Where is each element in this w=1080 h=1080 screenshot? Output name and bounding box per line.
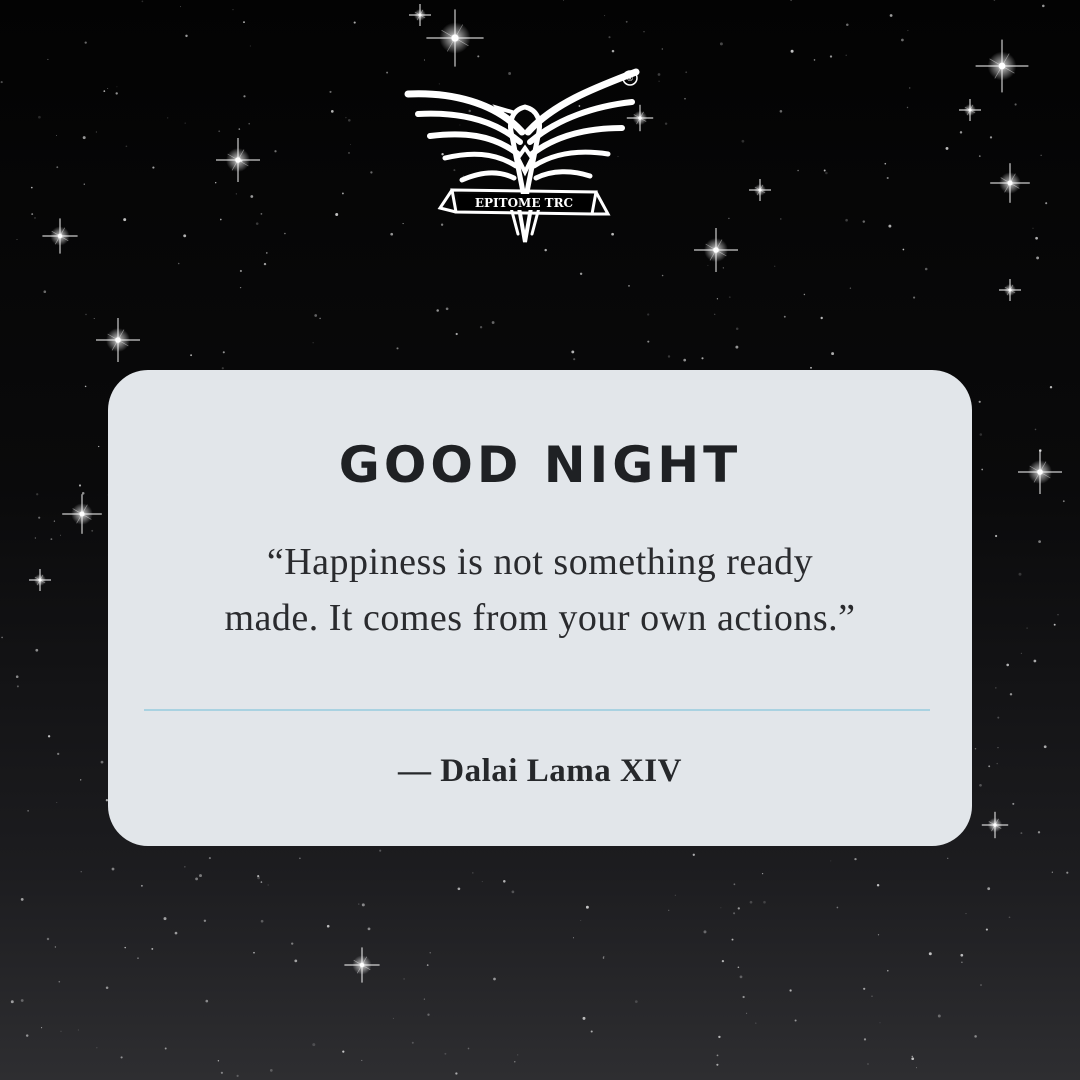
bright-star — [62, 494, 102, 534]
bright-star — [999, 279, 1021, 301]
divider — [144, 709, 930, 711]
bright-star — [694, 228, 738, 272]
bright-star — [749, 179, 771, 201]
quote-text: “Happiness is not something ready made. … — [170, 534, 910, 646]
bright-star — [344, 947, 380, 983]
quote-line-2: made. It comes from your own actions.” — [224, 597, 856, 639]
quote-line-1: “Happiness is not something ready — [266, 541, 814, 583]
quote-author: — Dalai Lama XIV — [398, 753, 682, 789]
bright-star — [426, 9, 484, 67]
bright-star — [96, 318, 140, 362]
card-title: GOOD NIGHT — [338, 436, 742, 494]
bright-star — [959, 99, 981, 121]
bright-star — [216, 138, 260, 182]
bright-star — [42, 218, 78, 254]
bright-star — [975, 39, 1029, 93]
bright-star — [990, 163, 1030, 203]
bright-star — [409, 4, 431, 26]
logo-text: EPITOME TRC — [475, 196, 573, 210]
registered-mark: ® — [626, 74, 634, 83]
epitome-trc-logo: EPITOME TRC ® — [404, 68, 640, 243]
bright-star — [29, 569, 51, 591]
bright-star — [981, 811, 1009, 839]
